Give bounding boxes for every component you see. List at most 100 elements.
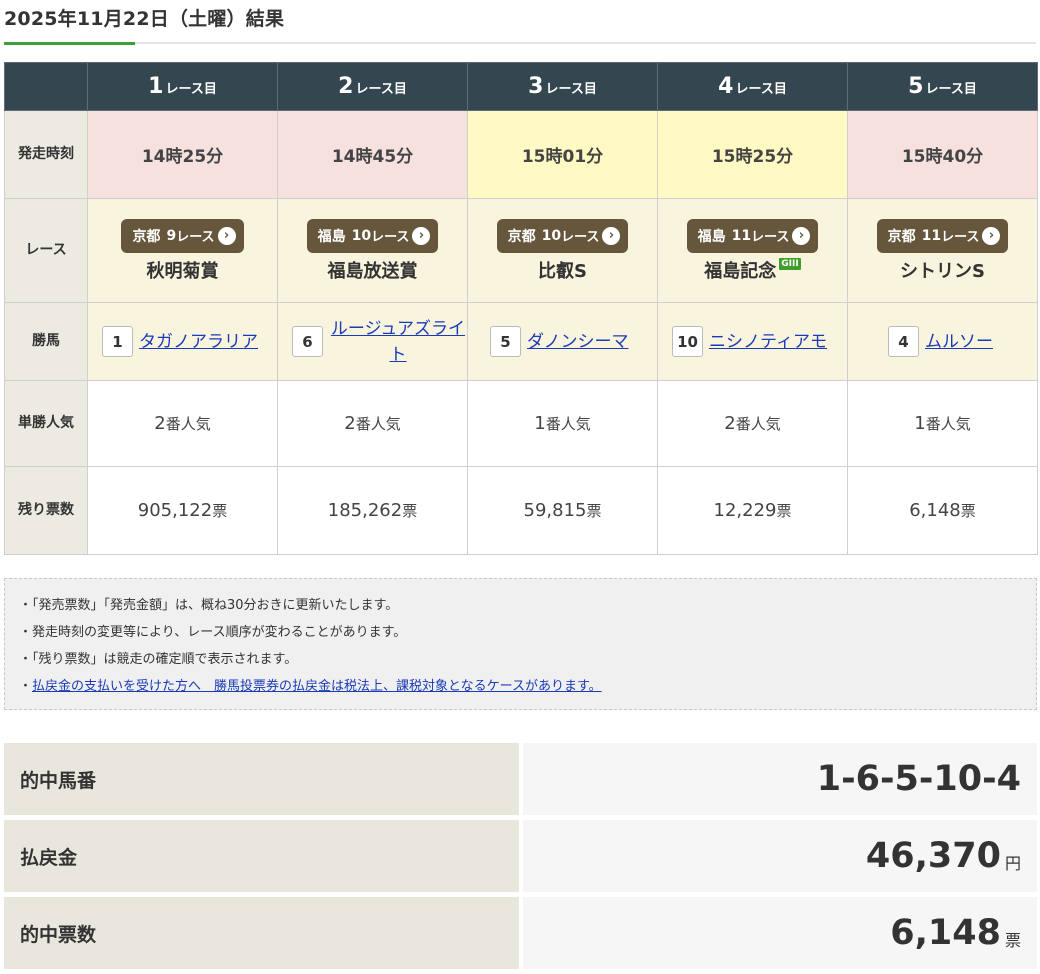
start-time-cell: 14時45分 xyxy=(277,110,468,199)
start-time-row: 発走時刻 14時25分 14時45分 15時01分 15時25分 15時40分 xyxy=(4,110,1038,199)
popularity-value: 1 xyxy=(914,413,926,434)
votes-left-cell: 59,815票 xyxy=(467,466,658,555)
page-title: 2025年11月22日（土曜）結果 xyxy=(4,8,285,30)
winner-cell: 4 ムルソー xyxy=(847,302,1038,381)
race-link-badge[interactable]: 福島 10 レース › xyxy=(306,218,439,253)
note-item: ・発走時刻の変更等により、レース順序が変わることがあります。 xyxy=(19,625,407,640)
venue-label: 京都 xyxy=(132,228,161,245)
votes-left-value: 185,262 xyxy=(327,500,403,521)
race-name: 比叡S xyxy=(538,260,587,282)
row-header-winner: 勝馬 xyxy=(4,302,88,381)
venue-label: 福島 xyxy=(317,228,346,245)
payout-value-box: 46,370 円 xyxy=(523,820,1037,892)
header-race-2: 2 レース目 xyxy=(277,62,468,111)
race-name-wrap: 福島記念 GIII xyxy=(658,257,847,283)
horse-number-box: 5 xyxy=(490,326,521,357)
popularity-value: 2 xyxy=(724,413,736,434)
race-no-suffix: レース xyxy=(371,230,410,245)
votes-left-row: 残り票数 905,122票 185,262票 59,815票 12,229票 6… xyxy=(4,466,1038,555)
horse-number-box: 10 xyxy=(672,326,703,357)
venue-label: 福島 xyxy=(697,228,726,245)
payout-value: 46,370 xyxy=(865,836,1001,876)
race-number: 2 xyxy=(338,74,354,99)
votes-left-value: 59,815 xyxy=(523,500,587,521)
race-name-wrap: 比叡S xyxy=(468,257,657,283)
tax-info-link[interactable]: 払戻金の支払いを受けた方へ 勝馬投票券の払戻金は税法上、課税対象となるケースがあ… xyxy=(32,679,602,694)
horse-name-link[interactable]: ダノンシーマ xyxy=(527,329,629,355)
note-item-link: ・払戻金の支払いを受けた方へ 勝馬投票券の払戻金は税法上、課税対象となるケースが… xyxy=(19,673,1022,700)
race-link-badge[interactable]: 福島 11 レース › xyxy=(686,218,819,253)
race-name: 福島放送賞 xyxy=(327,260,418,282)
race-name-wrap: 福島放送賞 xyxy=(278,257,467,283)
race-cell: 福島 10 レース › 福島放送賞 xyxy=(277,198,468,303)
venue-label: 京都 xyxy=(507,228,536,245)
horse-number-box: 1 xyxy=(102,326,133,357)
grade-badge: GIII xyxy=(779,257,801,270)
popularity-unit: 番人気 xyxy=(545,415,591,433)
popularity-cell: 2番人気 xyxy=(657,380,848,467)
race-no: 11 xyxy=(731,227,752,244)
popularity-unit: 番人気 xyxy=(925,415,971,433)
race-no-suffix: レース xyxy=(561,230,600,245)
note-item: ・「残り票数」は競走の確定順で表示されます。 xyxy=(19,652,298,667)
notes-box: ・「発売票数」「発売金額」は、概ね30分おきに更新いたします。 ・発走時刻の変更… xyxy=(4,578,1037,710)
horse-name-link[interactable]: タガノアラリア xyxy=(139,329,258,355)
race-name: シトリンS xyxy=(900,260,985,282)
race-number: 4 xyxy=(718,74,734,99)
horse-number-box: 6 xyxy=(292,326,323,357)
horse-number-box: 4 xyxy=(888,326,919,357)
race-number-suffix: レース目 xyxy=(165,82,217,97)
race-cell: 京都 10 レース › 比叡S xyxy=(467,198,658,303)
popularity-row: 単勝人気 2番人気 2番人気 1番人気 2番人気 1番人気 xyxy=(4,380,1038,467)
row-header-start-time: 発走時刻 xyxy=(4,110,88,199)
race-link-badge[interactable]: 京都 9 レース › xyxy=(121,218,244,253)
header-race-5: 5 レース目 xyxy=(847,62,1038,111)
votes-left-value: 6,148 xyxy=(909,500,961,521)
votes-unit: 票 xyxy=(586,502,602,520)
chevron-right-circle-icon: › xyxy=(217,226,236,245)
horse-name-link[interactable]: ニシノティアモ xyxy=(709,329,827,355)
chevron-right-circle-icon: › xyxy=(982,226,1001,245)
note-bullet: ・ xyxy=(19,679,33,694)
title-divider xyxy=(4,42,1036,44)
race-cell: 福島 11 レース › 福島記念 GIII xyxy=(657,198,848,303)
popularity-unit: 番人気 xyxy=(355,415,401,433)
votes-left-cell: 6,148票 xyxy=(847,466,1038,555)
winner-cell: 6 ルージュアズライト xyxy=(277,302,468,381)
votes-unit: 票 xyxy=(960,502,976,520)
race-link-badge[interactable]: 京都 11 レース › xyxy=(876,218,1009,253)
chevron-right-circle-icon: › xyxy=(602,226,621,245)
winner-cell: 1 タガノアラリア xyxy=(87,302,278,381)
race-number: 5 xyxy=(908,74,924,99)
race-cell: 京都 11 レース › シトリンS xyxy=(847,198,1038,303)
race-no-suffix: レース xyxy=(176,230,215,245)
start-time-cell: 15時40分 xyxy=(847,110,1038,199)
race-number-suffix: レース目 xyxy=(355,82,407,97)
votes-left-value: 12,229 xyxy=(713,500,777,521)
race-name-wrap: 秋明菊賞 xyxy=(88,257,277,283)
race-number-suffix: レース目 xyxy=(735,82,787,97)
row-header-popularity: 単勝人気 xyxy=(4,380,88,467)
start-time-cell: 15時25分 xyxy=(657,110,848,199)
venue-label: 京都 xyxy=(887,228,916,245)
race-link-badge[interactable]: 京都 10 レース › xyxy=(496,218,629,253)
horse-name-link[interactable]: ムルソー xyxy=(925,329,993,355)
race-no-suffix: レース xyxy=(751,230,790,245)
race-name: 秋明菊賞 xyxy=(146,260,219,282)
race-no: 11 xyxy=(921,227,942,244)
chevron-right-circle-icon: › xyxy=(412,226,431,245)
race-results-table: 1 レース目 2 レース目 3 レース目 4 レース目 5 レース目 発走時刻 14時25… xyxy=(4,62,1038,555)
race-no: 9 xyxy=(166,227,177,244)
popularity-cell: 1番人気 xyxy=(847,380,1038,467)
popularity-unit: 番人気 xyxy=(735,415,781,433)
hit-votes-value-box: 6,148 票 xyxy=(523,897,1037,969)
start-time-cell: 15時01分 xyxy=(467,110,658,199)
race-name: 福島記念 xyxy=(704,260,777,282)
title-divider-accent xyxy=(4,42,135,45)
race-number-suffix: レース目 xyxy=(925,82,977,97)
race-cell: 京都 9 レース › 秋明菊賞 xyxy=(87,198,278,303)
votes-unit: 票 xyxy=(402,502,418,520)
horse-name-link[interactable]: ルージュアズライト xyxy=(329,316,467,368)
note-item: ・「発売票数」「発売金額」は、概ね30分おきに更新いたします。 xyxy=(19,598,399,613)
popularity-value: 2 xyxy=(154,413,166,434)
